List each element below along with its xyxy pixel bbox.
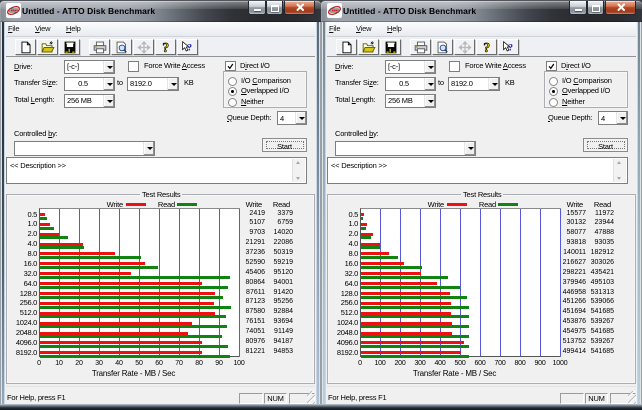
svg-text:?: ?	[483, 40, 490, 54]
svg-text:?: ?	[187, 42, 192, 53]
svg-text:?: ?	[162, 40, 169, 54]
svg-text:?: ?	[508, 42, 513, 53]
